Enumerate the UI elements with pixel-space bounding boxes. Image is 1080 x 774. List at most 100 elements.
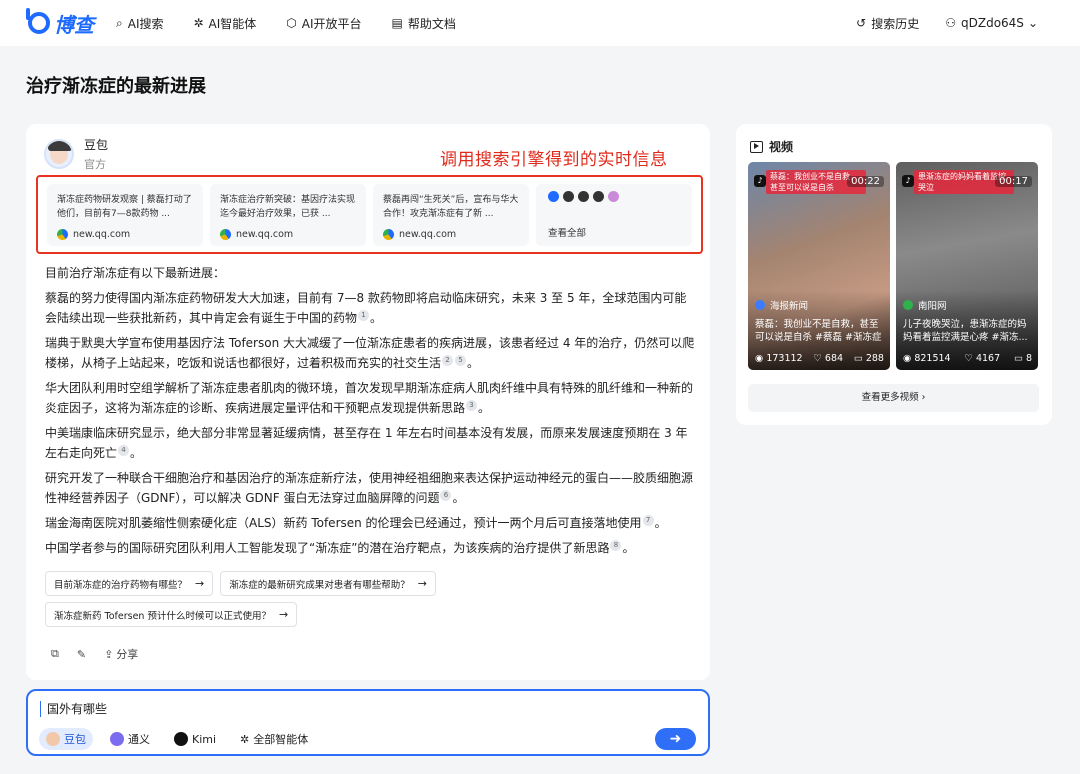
views-icon: ◉ [903, 353, 912, 364]
reference-site: new.qq.com [73, 229, 131, 240]
answer-intro: 目前治疗渐冻症有以下最新进展： [45, 266, 226, 280]
reference-sources: 渐冻症药物研发观察 | 蔡磊打动了他们，目前有7—8款药物 ... new.qq… [36, 175, 703, 254]
source-icon [563, 191, 574, 202]
answer-paragraph: 研究开发了一种联合干细胞治疗和基因治疗的渐冻症新疗法，使用神经祖细胞来表达保护运… [45, 471, 694, 505]
nav-open-platform[interactable]: ⬡ AI开放平台 [286, 15, 361, 32]
reference-title: 渐冻症药物研发观察 | 蔡磊打动了他们，目前有7—8款药物 ... [57, 195, 192, 219]
video-caption: 儿子夜晚哭泣，患渐冻症的妈妈看着监控满是心疼 #渐冻... [903, 319, 1028, 343]
search-history-button[interactable]: ↺ 搜索历史 [856, 15, 919, 32]
nav-label: 帮助文档 [407, 16, 456, 31]
agent-header: 豆包 官方 [44, 136, 108, 172]
video-panel: 视频 ♪ 蔡磊：我创业不是自救，甚至可以说是自杀 00:22 海报新闻 蔡磊：我… [736, 124, 1052, 425]
tongyi-icon [110, 732, 124, 746]
user-menu[interactable]: ⚇ qDZdo64S ⌄ [945, 16, 1038, 30]
history-label: 搜索历史 [871, 16, 920, 31]
nav-ai-search[interactable]: ⌕ AI搜索 [116, 15, 163, 32]
video-card[interactable]: ♪ 蔡磊：我创业不是自救，甚至可以说是自杀 00:22 海报新闻 蔡磊：我创业不… [748, 162, 890, 370]
video-panel-title: 视频 [750, 138, 793, 155]
douyin-icon: ♪ [754, 175, 766, 187]
citation-badge[interactable]: 8 [610, 540, 622, 551]
citation-badge[interactable]: 2 [442, 355, 454, 366]
video-stats: ◉ 821514 ♡ 4167 ▭ 8 [903, 353, 1032, 364]
share-button[interactable]: ⇪ 分享 [104, 646, 138, 662]
source-icon [755, 300, 765, 310]
agent-chip-kimi[interactable]: Kimi [167, 728, 223, 750]
agent-badge: 官方 [84, 158, 106, 171]
reference-card[interactable]: 蔡磊再闯“生死关”后，宣布与华大合作！攻克渐冻症有了新 ... new.qq.c… [373, 184, 529, 246]
comment-icon: ▭ [1013, 353, 1023, 364]
citation-badge[interactable]: 6 [440, 490, 452, 501]
citation-badge[interactable]: 3 [466, 400, 478, 411]
view-all-references[interactable]: 查看全部 [536, 184, 692, 246]
video-caption: 蔡磊：我创业不是自救，甚至可以说是自杀 #蔡磊 #渐冻症 [755, 319, 882, 343]
kimi-icon [174, 732, 188, 746]
brand-logo[interactable]: 博查 [26, 8, 94, 38]
site-icon [383, 229, 394, 240]
video-card[interactable]: ♪ 患渐冻症的妈妈看着监控哭泣 00:17 南阳网 儿子夜晚哭泣，患渐冻症的妈妈… [896, 162, 1038, 370]
nav-ai-agents[interactable]: ✲ AI智能体 [193, 15, 256, 32]
arrow-right-icon: → [278, 608, 289, 621]
answer-paragraph: 中美瑞康临床研究显示，绝大部分非常显著延缓病情，甚至存在 1 年左右时间基本没有… [45, 426, 688, 460]
user-name: qDZdo64S [961, 16, 1024, 30]
edit-icon[interactable]: ✎ [77, 648, 86, 661]
citation-badge[interactable]: 5 [455, 355, 467, 366]
site-icon [220, 229, 231, 240]
citation-badge[interactable]: 4 [118, 445, 130, 456]
video-icon [750, 140, 763, 153]
answer-body: 目前治疗渐冻症有以下最新进展： 蔡磊的努力使得国内渐冻症药物研发大大加速，目前有… [45, 263, 695, 563]
source-icon [578, 191, 589, 202]
nav-label: AI搜索 [127, 16, 164, 31]
avatar [44, 139, 74, 169]
comment-icon: ▭ [853, 353, 863, 364]
arrow-right-icon: → [195, 577, 205, 590]
send-button[interactable]: ➜ [655, 728, 696, 750]
douyin-icon: ♪ [902, 175, 914, 187]
citation-badge[interactable]: 7 [642, 515, 654, 526]
answer-paragraph: 蔡磊的努力使得国内渐冻症药物研发大大加速，目前有 7—8 款药物即将启动临床研究… [45, 291, 687, 325]
arrow-right-icon: → [417, 577, 427, 590]
agent-chip-tongyi[interactable]: 通义 [103, 728, 157, 750]
chat-input-box[interactable]: 国外有哪些 豆包 通义 Kimi ✲ 全部智能体 ➜ [26, 689, 710, 756]
suggested-question[interactable]: 目前渐冻症的治疗药物有哪些？ → [45, 571, 214, 596]
source-icon [593, 191, 604, 202]
share-icon: ⇪ [104, 647, 114, 661]
reference-card[interactable]: 渐冻症治疗新突破：基因疗法实现迄今最好治疗效果，已获 ... new.qq.co… [210, 184, 366, 246]
search-icon: ⌕ [116, 15, 123, 30]
views-icon: ◉ [755, 353, 764, 364]
nav-help-docs[interactable]: ▤ 帮助文档 [392, 15, 456, 32]
video-duration: 00:22 [847, 176, 884, 187]
page-title: 治疗渐冻症的最新进展 [26, 76, 206, 97]
answer-paragraph: 瑞典于默奥大学宣布使用基因疗法 Toferson 大大减缓了一位渐冻症患者的疾病… [45, 336, 695, 370]
logo-icon [26, 8, 50, 34]
more-videos-button[interactable]: 查看更多视频 › [748, 384, 1039, 412]
answer-paragraph: 中国学者参与的国际研究团队利用人工智能发现了“渐冻症”的潜在治疗靶点，为该疾病的… [45, 540, 635, 555]
view-all-label: 查看全部 [548, 228, 587, 239]
share-label: 分享 [116, 648, 139, 661]
answer-paragraph: 瑞金海南医院对肌萎缩性侧索硬化症（ALS）新药 Tofersen 的伦理会已经通… [45, 515, 667, 530]
reference-title: 蔡磊再闯“生死关”后，宣布与华大合作！攻克渐冻症有了新 ... [383, 195, 519, 219]
brand-name: 博查 [54, 12, 94, 37]
chat-input[interactable]: 国外有哪些 [40, 701, 107, 717]
like-icon: ♡ [813, 353, 822, 364]
nav-label: AI智能体 [208, 16, 257, 31]
top-bar: 博查 ⌕ AI搜索 ✲ AI智能体 ⬡ AI开放平台 ▤ 帮助文档 ↺ 搜索历史 ⚇ qDZ… [0, 0, 1080, 46]
source-icon [903, 300, 913, 310]
suggested-question[interactable]: 渐冻症的最新研究成果对患者有哪些帮助？ → [220, 571, 436, 596]
answer-actions: ⧉ ✎ ⇪ 分享 [51, 646, 156, 662]
citation-badge[interactable]: 1 [358, 310, 370, 321]
agent-name: 豆包 [84, 138, 109, 152]
reference-site: new.qq.com [236, 229, 294, 240]
agent-chip-doubao[interactable]: 豆包 [39, 728, 93, 750]
all-agents-button[interactable]: ✲ 全部智能体 [233, 728, 315, 750]
like-icon: ♡ [964, 353, 973, 364]
nav-label: AI开放平台 [301, 16, 362, 31]
suggested-question[interactable]: 渐冻症新药 Tofersen 预计什么时候可以正式使用？ → [45, 602, 298, 627]
source-icons [548, 191, 619, 202]
source-icon [608, 191, 619, 202]
user-icon: ⚇ [945, 16, 956, 30]
video-source: 海报新闻 [755, 298, 808, 312]
video-stats: ◉ 173112 ♡ 684 ▭ 288 [755, 353, 884, 364]
reference-card[interactable]: 渐冻症药物研发观察 | 蔡磊打动了他们，目前有7—8款药物 ... new.qq… [47, 184, 203, 246]
copy-icon[interactable]: ⧉ [51, 647, 59, 661]
main-nav: ⌕ AI搜索 ✲ AI智能体 ⬡ AI开放平台 ▤ 帮助文档 [116, 15, 486, 32]
